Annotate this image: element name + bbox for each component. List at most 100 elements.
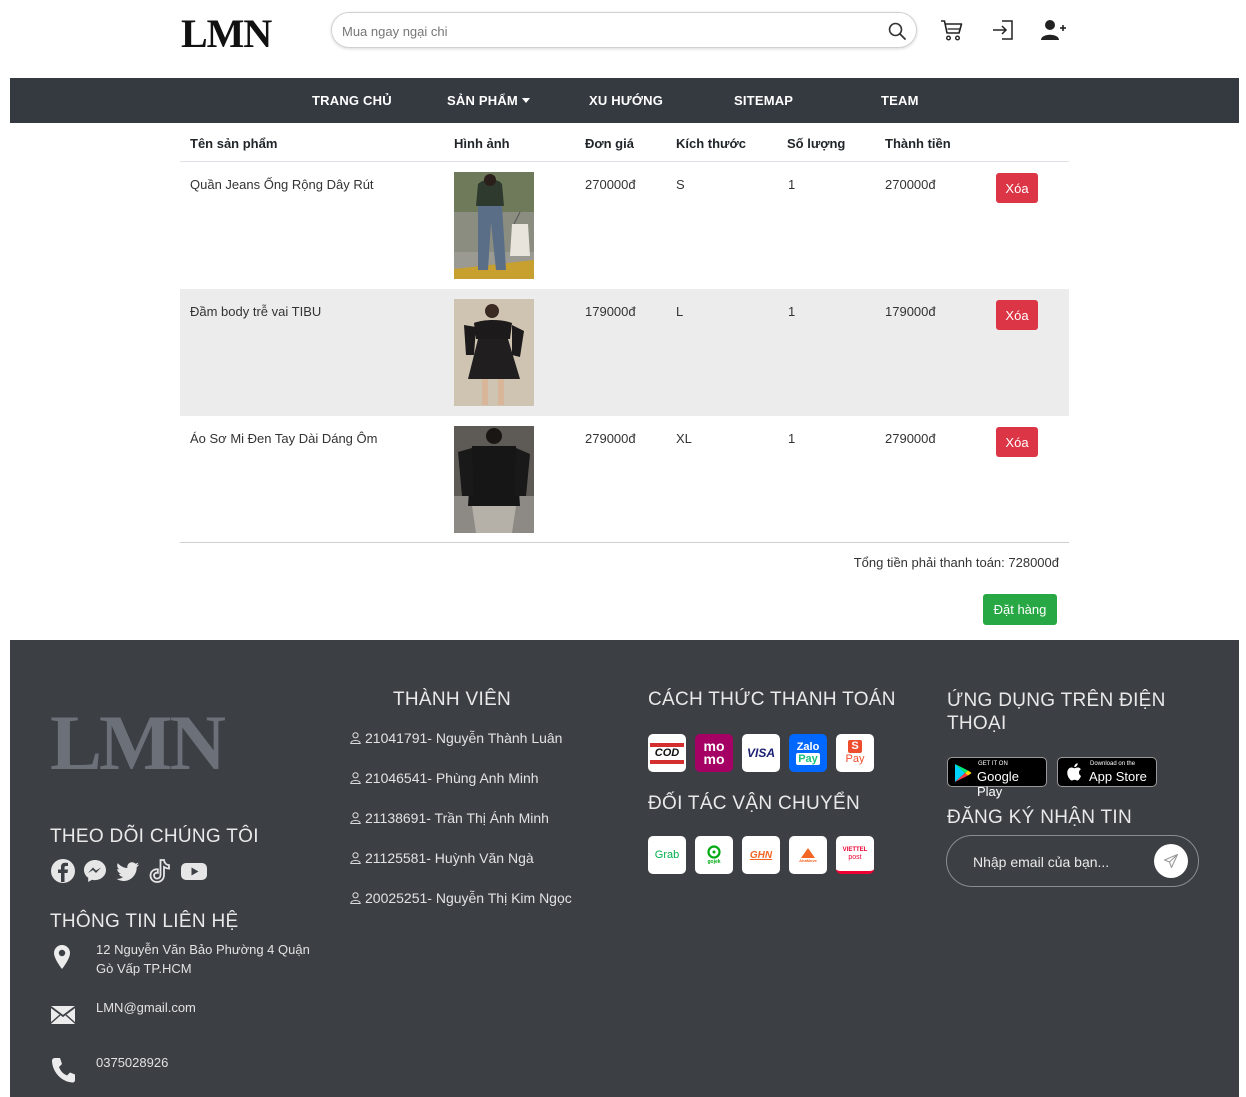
add-user-icon[interactable]: [1039, 16, 1067, 44]
nav-sitemap[interactable]: SITEMAP: [734, 93, 793, 108]
table-row: Quần Jeans Ống Rộng Dây Rút 270000đ S 1 …: [180, 162, 1069, 289]
nav-home[interactable]: TRANG CHỦ: [312, 93, 392, 108]
nav-trends[interactable]: XU HƯỚNG: [589, 93, 663, 108]
footer-logo[interactable]: LMN: [50, 698, 226, 788]
delete-button[interactable]: Xóa: [996, 300, 1038, 330]
person-icon: [350, 812, 361, 824]
person-icon: [350, 732, 361, 744]
cart-total: Tổng tiền phải thanh toán: 728000đ: [853, 555, 1059, 570]
twitter-icon[interactable]: [115, 858, 141, 884]
subtotal: 270000đ: [885, 177, 936, 192]
shopeepay-top: S: [848, 740, 862, 753]
ghn-label: GHN: [749, 849, 773, 861]
payment-title: CÁCH THỨC THANH TOÁN: [648, 689, 896, 710]
app-title: ỨNG DỤNG TRÊN ĐIỆN THOẠI: [947, 690, 1166, 734]
member-label: 21046541- Phùng Anh Minh: [365, 770, 539, 786]
table-divider: [180, 542, 1069, 543]
gojek-label: gojek: [707, 859, 721, 865]
place-order-button[interactable]: Đặt hàng: [983, 594, 1057, 625]
app-store-small: Download on the: [1090, 761, 1136, 767]
size: L: [676, 304, 684, 319]
login-icon[interactable]: [990, 16, 1018, 44]
send-icon: [1163, 853, 1179, 869]
grab-label: Grab: [654, 849, 680, 861]
unit-price: 279000đ: [585, 431, 636, 446]
cart-table: Tên sản phẩm Hình ảnh Đơn giá Kích thước…: [180, 123, 1069, 543]
ahamove-label: AhaMove: [799, 857, 817, 863]
email-text[interactable]: LMN@gmail.com: [96, 998, 316, 1017]
send-button[interactable]: [1154, 844, 1188, 878]
search-icon[interactable]: [887, 21, 907, 41]
mail-icon: [50, 1006, 76, 1024]
newsletter-form: [946, 835, 1199, 887]
cart-icon[interactable]: [938, 16, 966, 44]
contact-title: THÔNG TIN LIÊN HỆ: [50, 911, 239, 932]
delete-button[interactable]: Xóa: [996, 173, 1038, 203]
member-item: 21138691- Trần Thị Ánh Minh: [350, 810, 549, 826]
footer: LMN THEO DÕI CHÚNG TÔI THÔNG TIN LIÊN HỆ…: [10, 640, 1239, 1097]
site-logo[interactable]: LMN: [181, 10, 272, 57]
app-store-button[interactable]: Download on the App Store: [1057, 757, 1157, 787]
google-play-button[interactable]: GET IT ON Google Play: [947, 757, 1047, 799]
product-image[interactable]: [454, 172, 534, 279]
member-item: 21041791- Nguyễn Thành Luân: [350, 730, 562, 746]
main-navbar: TRANG CHỦ SẢN PHẨM XU HƯỚNG SITEMAP TEAM: [10, 78, 1239, 123]
col-subtotal: Thành tiền: [885, 136, 951, 151]
member-label: 21125581- Huỳnh Văn Ngà: [365, 850, 534, 866]
quantity: 1: [788, 177, 796, 192]
google-play-icon: [955, 764, 972, 782]
visa-badge: VISA: [742, 734, 780, 772]
momo-bottom: mo: [703, 751, 725, 767]
member-item: 20025251- Nguyễn Thị Kim Ngọc: [350, 890, 572, 906]
nav-products-label: SẢN PHẨM: [447, 93, 518, 108]
caret-down-icon: [521, 98, 530, 103]
zalopay-bottom: Pay: [796, 753, 820, 765]
col-quantity: Số lượng: [787, 136, 846, 151]
address-text: 12 Nguyễn Văn Bảo Phường 4 Quận Gò Vấp T…: [96, 942, 310, 976]
member-item: 21125581- Huỳnh Văn Ngà: [350, 850, 534, 866]
newsletter-email-input[interactable]: [973, 851, 1143, 873]
viettelpost-badge: VIETTEL post: [836, 836, 874, 874]
ahamove-icon: [801, 847, 815, 858]
col-size: Kích thước: [676, 136, 746, 151]
member-label: 20025251- Nguyễn Thị Kim Ngọc: [365, 890, 572, 906]
ghn-badge: GHN: [742, 836, 780, 874]
person-icon: [350, 772, 361, 784]
product-name[interactable]: Đầm body trễ vai TIBU: [190, 304, 321, 319]
subtotal: 179000đ: [885, 304, 936, 319]
apple-icon: [1067, 763, 1081, 781]
nav-products[interactable]: SẢN PHẨM: [447, 93, 530, 108]
phone-text[interactable]: 0375028926: [96, 1053, 316, 1072]
momo-badge: mo mo: [695, 734, 733, 772]
member-label: 21041791- Nguyễn Thành Luân: [365, 730, 563, 746]
quantity: 1: [788, 304, 796, 319]
cod-stripe-bottom: [650, 759, 684, 764]
size: S: [676, 177, 685, 192]
ahamove-badge: AhaMove: [789, 836, 827, 874]
person-icon: [350, 852, 361, 864]
zalopay-top: Zalo: [796, 741, 820, 753]
quantity: 1: [788, 431, 796, 446]
nav-team[interactable]: TEAM: [881, 93, 919, 108]
facebook-icon[interactable]: [50, 858, 76, 884]
unit-price: 179000đ: [585, 304, 636, 319]
google-play-small: GET IT ON: [978, 761, 1008, 767]
unit-price: 270000đ: [585, 177, 636, 192]
tiktok-icon[interactable]: [147, 858, 173, 884]
members-title: THÀNH VIÊN: [393, 689, 512, 710]
newsletter-title: ĐĂNG KÝ NHẬN TIN: [947, 807, 1132, 828]
search-bar[interactable]: [331, 12, 917, 48]
delete-button[interactable]: Xóa: [996, 427, 1038, 457]
youtube-icon[interactable]: [180, 858, 208, 884]
messenger-icon[interactable]: [82, 858, 108, 884]
search-input[interactable]: [342, 20, 882, 42]
col-product-name: Tên sản phẩm: [190, 136, 278, 151]
member-label: 21138691- Trần Thị Ánh Minh: [365, 810, 549, 826]
product-name[interactable]: Áo Sơ Mi Đen Tay Dài Dáng Ôm: [190, 431, 377, 446]
product-image[interactable]: [454, 299, 534, 406]
zalopay-badge: Zalo Pay: [789, 734, 827, 772]
product-image[interactable]: [454, 426, 534, 533]
product-name[interactable]: Quần Jeans Ống Rộng Dây Rút: [190, 177, 374, 192]
header: LMN: [0, 0, 1246, 78]
table-row: Áo Sơ Mi Đen Tay Dài Dáng Ôm 279000đ XL …: [180, 416, 1069, 543]
